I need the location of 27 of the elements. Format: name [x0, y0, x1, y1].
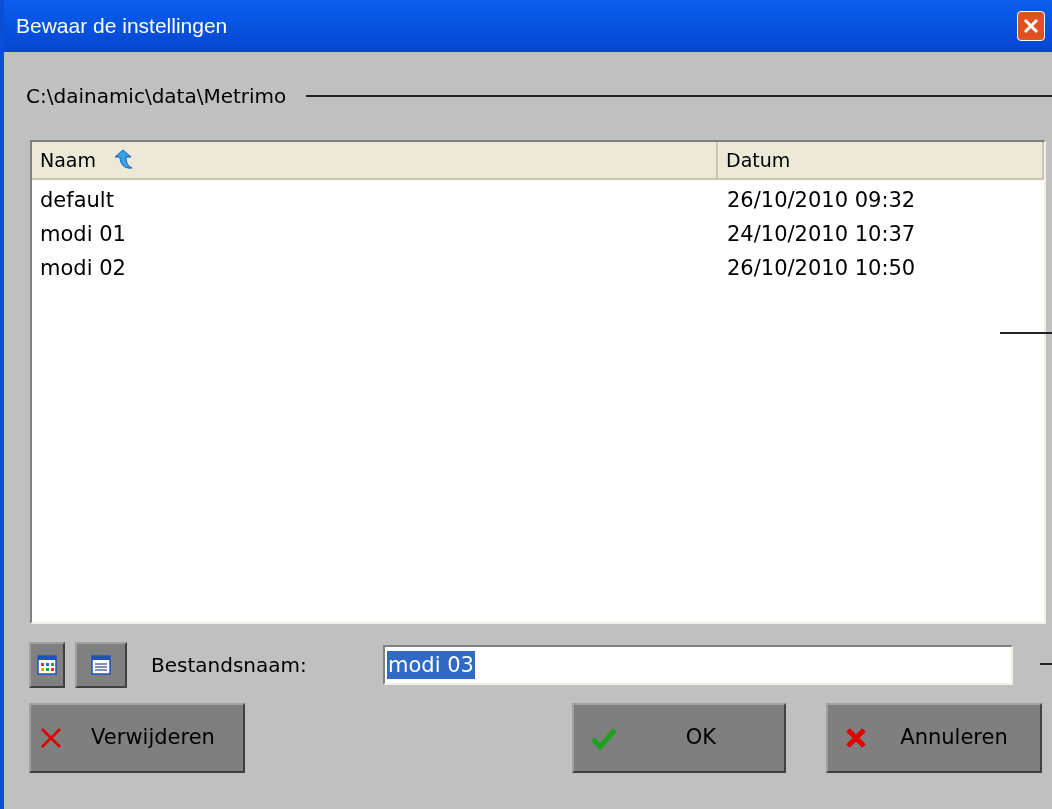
grid-view-button[interactable]: [29, 642, 65, 688]
filename-field[interactable]: modi 03: [383, 645, 1013, 685]
file-name[interactable]: default: [32, 185, 718, 217]
grid-icon: [37, 655, 57, 675]
list-view-button[interactable]: [75, 642, 127, 688]
close-button[interactable]: [1017, 11, 1045, 41]
close-icon: [1023, 18, 1039, 34]
list-icon: [91, 655, 111, 675]
column-header[interactable]: Datum: [718, 142, 1044, 178]
file-date: 26/10/2010 09:32: [726, 187, 916, 215]
cross-icon: [844, 726, 868, 750]
folder-path: C:\dainamic\data\Metrimo: [26, 83, 287, 110]
cancel-button[interactable]: Annuleren: [826, 703, 1042, 773]
check-icon: [590, 726, 618, 750]
file-date: 24/10/2010 10:37: [726, 221, 916, 249]
leader-line: [1000, 332, 1052, 334]
file-name[interactable]: modi 01: [32, 219, 718, 251]
leader-line: [1040, 663, 1052, 665]
filename-label: Bestandsnaam:: [151, 652, 308, 679]
file-date: 26/10/2010 10:50: [726, 255, 916, 283]
sort-arrow-icon[interactable]: [112, 148, 134, 172]
file-name[interactable]: modi 02: [32, 253, 718, 285]
column-header[interactable]: Naam: [32, 142, 718, 178]
cross-icon: [39, 726, 63, 750]
delete-button[interactable]: Verwijderen: [29, 703, 245, 773]
ok-button[interactable]: OK: [572, 703, 786, 773]
window-title: Bewaar de instellingen: [16, 13, 228, 40]
